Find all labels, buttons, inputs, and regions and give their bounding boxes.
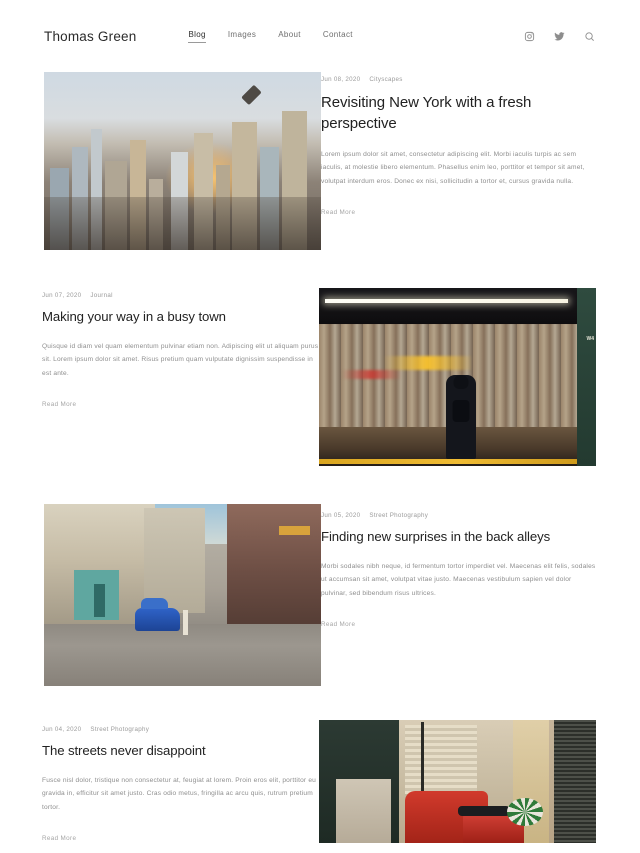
post-excerpt-1: Lorem ipsum dolor sit amet, consectetur … <box>321 150 585 185</box>
subway-sign-text: W4 <box>586 336 595 343</box>
header-icon-group <box>523 30 596 43</box>
post-excerpt-2: Quisque id diam vel quam elementum pulvi… <box>42 342 319 377</box>
read-more-link-4[interactable]: Read More <box>42 835 76 842</box>
post-meta-1: Jun 08, 2020 Cityscapes <box>321 76 598 83</box>
post-category-3[interactable]: Street Photography <box>369 512 428 519</box>
nav-item-images[interactable]: Images <box>228 30 256 43</box>
post-excerpt-3: Morbi sodales nibh neque, id fermentum t… <box>321 562 596 597</box>
post-title-1[interactable]: Revisiting New York with a fresh perspec… <box>321 92 598 135</box>
read-more-link-3[interactable]: Read More <box>321 621 355 628</box>
subway-sign: W4 <box>576 288 596 466</box>
post-image-column-1 <box>44 72 321 250</box>
post-image-column-4 <box>319 720 596 843</box>
search-icon[interactable] <box>583 30 596 43</box>
post-title-3[interactable]: Finding new surprises in the back alleys <box>321 528 598 547</box>
post-meta-2: Jun 07, 2020 Journal <box>42 292 319 299</box>
post-meta-4: Jun 04, 2020 Street Photography <box>42 726 319 733</box>
post-text-column-1: Jun 08, 2020 Cityscapes Revisiting New Y… <box>321 72 598 219</box>
post-date-2: Jun 07, 2020 <box>42 292 82 299</box>
read-more-link-1[interactable]: Read More <box>321 209 355 216</box>
post-date-4: Jun 04, 2020 <box>42 726 82 733</box>
post-category-4[interactable]: Street Photography <box>90 726 149 733</box>
post-row-2: W4 Jun 07, 2020 Journal Making your way … <box>42 288 596 466</box>
read-more-link-2[interactable]: Read More <box>42 401 76 408</box>
post-excerpt-4: Fusce nisl dolor, tristique non consecte… <box>42 776 317 811</box>
nav-item-about[interactable]: About <box>278 30 301 43</box>
post-image-column-3 <box>44 504 321 686</box>
post-row-3: Jun 05, 2020 Street Photography Finding … <box>44 504 596 686</box>
post-image-column-2: W4 <box>319 288 596 466</box>
post-text-column-3: Jun 05, 2020 Street Photography Finding … <box>321 504 598 631</box>
post-meta-3: Jun 05, 2020 Street Photography <box>321 512 598 519</box>
page-root: Thomas Green Blog Images About Contact J… <box>0 0 640 853</box>
main-navigation: Blog Images About Contact <box>188 30 353 43</box>
post-text-column-4: Jun 04, 2020 Street Photography The stre… <box>42 720 319 845</box>
post-list: Jun 08, 2020 Cityscapes Revisiting New Y… <box>0 72 640 845</box>
post-title-4[interactable]: The streets never disappoint <box>42 742 319 761</box>
post-image-havana-street[interactable] <box>44 504 321 686</box>
post-title-2[interactable]: Making your way in a busy town <box>42 308 319 327</box>
site-header: Thomas Green Blog Images About Contact <box>0 0 640 72</box>
post-image-subway-platform[interactable]: W4 <box>319 288 596 466</box>
post-image-red-scooter[interactable] <box>319 720 596 843</box>
post-category-1[interactable]: Cityscapes <box>369 76 402 83</box>
post-date-3: Jun 05, 2020 <box>321 512 361 519</box>
twitter-icon[interactable] <box>553 30 566 43</box>
nav-item-blog[interactable]: Blog <box>188 30 207 43</box>
post-text-column-2: Jun 07, 2020 Journal Making your way in … <box>42 288 319 411</box>
nav-item-contact[interactable]: Contact <box>323 30 353 43</box>
post-row-4: Jun 04, 2020 Street Photography The stre… <box>42 720 596 845</box>
post-image-new-york-skyline[interactable] <box>44 72 321 250</box>
instagram-icon[interactable] <box>523 30 536 43</box>
site-brand[interactable]: Thomas Green <box>44 29 136 44</box>
post-date-1: Jun 08, 2020 <box>321 76 361 83</box>
post-category-2[interactable]: Journal <box>90 292 112 299</box>
post-row-1: Jun 08, 2020 Cityscapes Revisiting New Y… <box>44 72 596 250</box>
